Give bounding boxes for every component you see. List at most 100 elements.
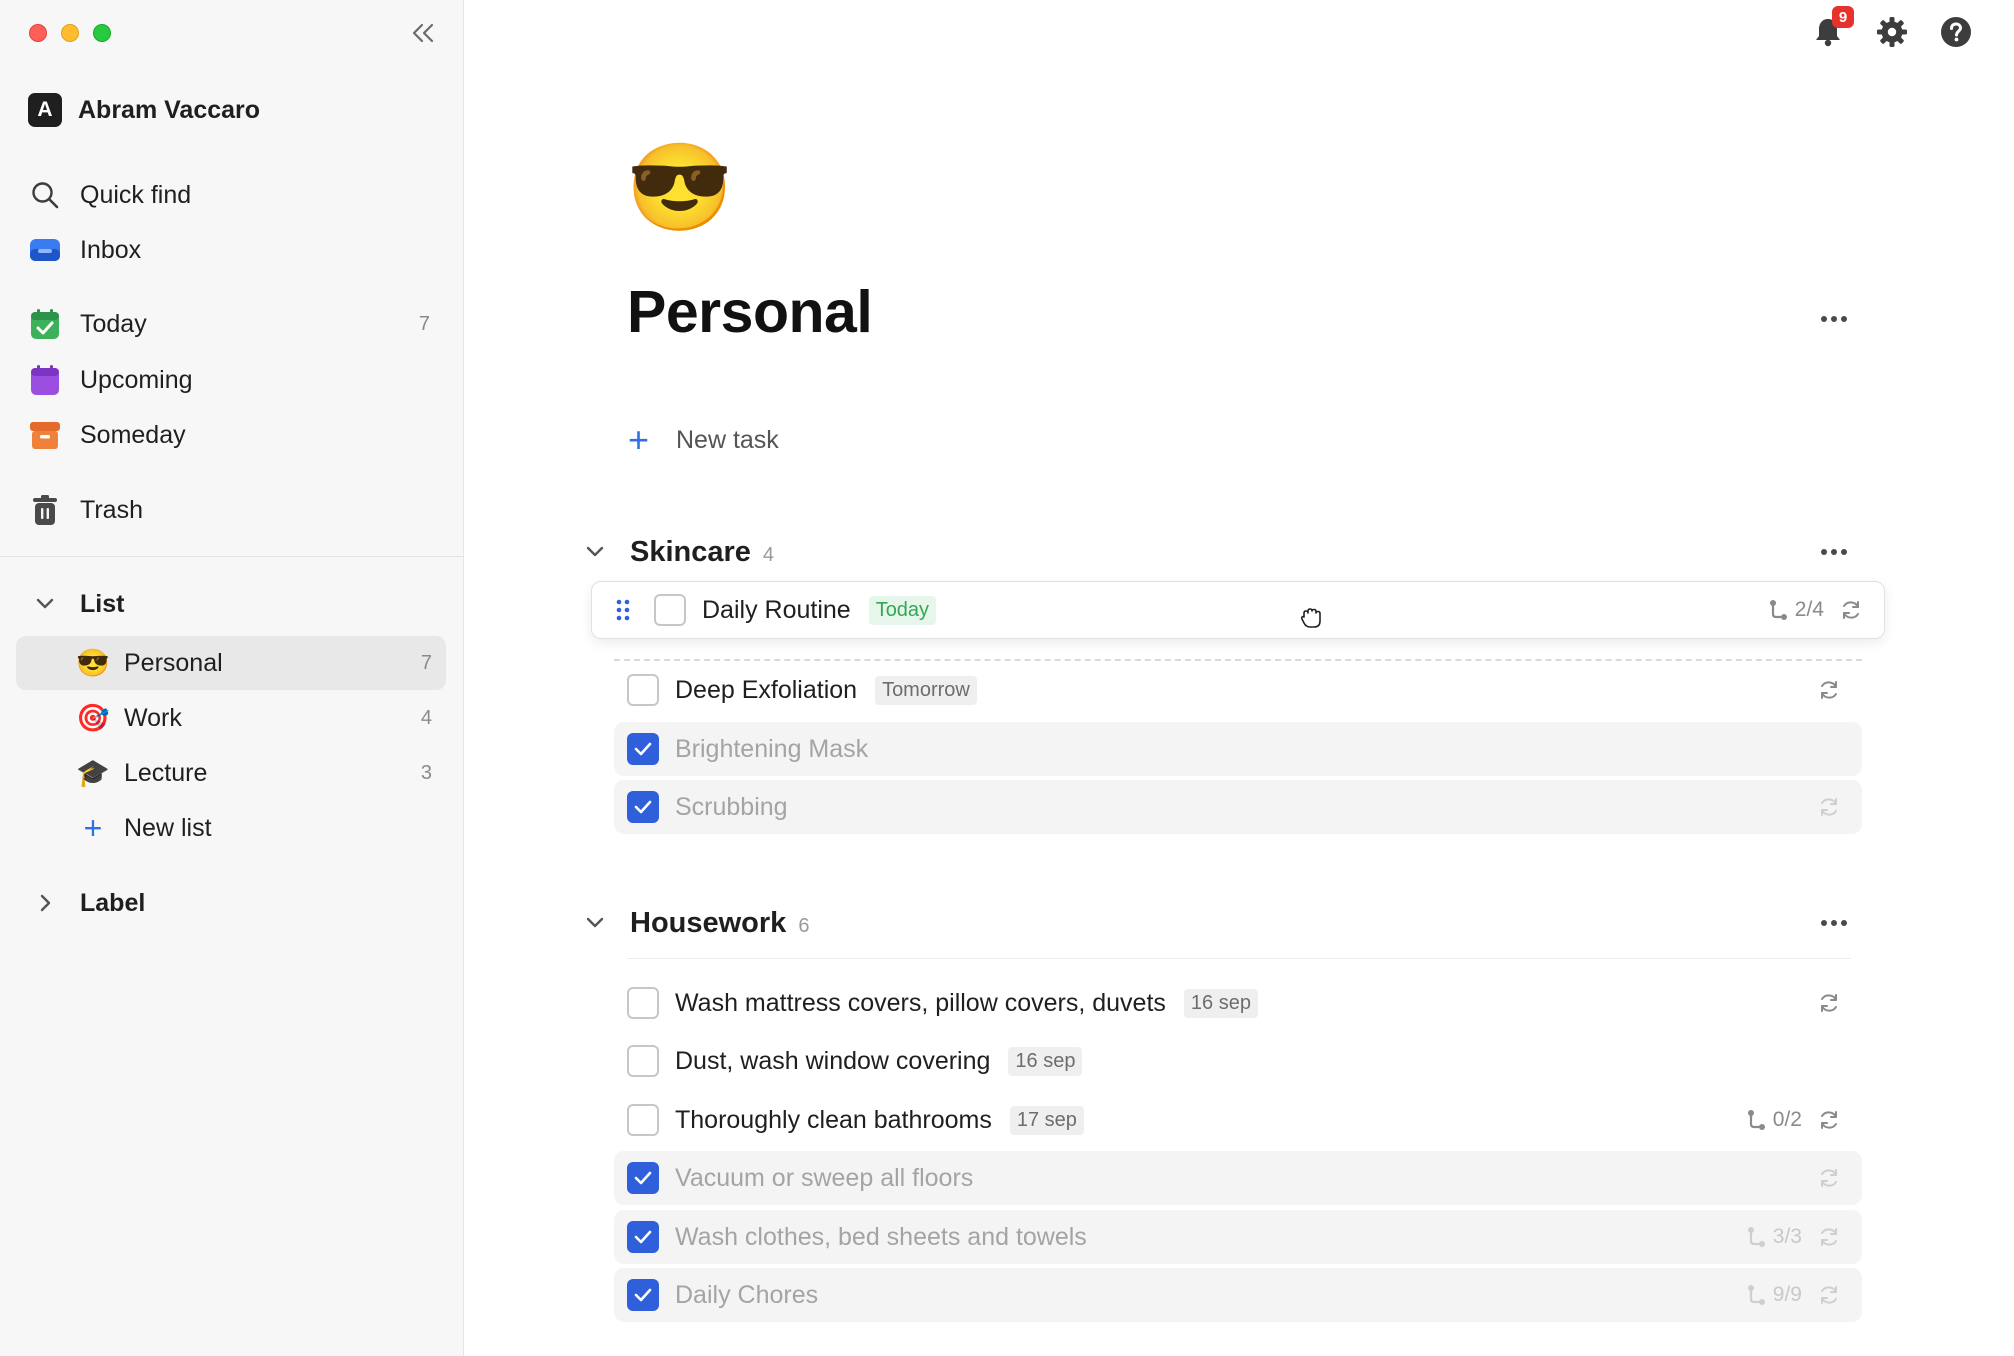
task-checkbox[interactable] — [627, 791, 659, 823]
chevron-down-icon — [584, 545, 606, 559]
list-count: 4 — [420, 706, 432, 729]
task-checkbox[interactable] — [627, 1045, 659, 1077]
task-name[interactable]: Daily Chores — [675, 1281, 818, 1310]
task-name[interactable]: Wash mattress covers, pillow covers, duv… — [675, 989, 1166, 1018]
task-row[interactable]: Daily Chores 9/9 — [614, 1268, 1862, 1322]
repeat-icon — [1821, 1228, 1837, 1246]
task-name[interactable]: Daily Routine — [702, 596, 851, 625]
nav-today[interactable]: Today 7 — [28, 300, 448, 348]
more-dot — [1821, 316, 1827, 322]
window-controls — [29, 24, 111, 42]
subtask-progress: 3/3 — [1747, 1225, 1802, 1249]
task-checkbox[interactable] — [627, 1162, 659, 1194]
new-list-button[interactable]: + New list — [16, 801, 446, 855]
collapse-sidebar-button[interactable] — [406, 18, 440, 48]
task-row-dragging[interactable]: Daily Routine Today 2/4 — [591, 581, 1885, 639]
task-row[interactable]: Wash clothes, bed sheets and towels 3/3 — [614, 1210, 1862, 1264]
sidebar-list-personal[interactable]: 😎 Personal 7 — [16, 636, 446, 690]
checkmark-icon — [634, 742, 652, 756]
group-more-button[interactable] — [1814, 537, 1854, 567]
subtask-count: 9/9 — [1772, 1283, 1802, 1306]
plus-icon: + — [628, 419, 650, 460]
drag-handle-icon[interactable] — [612, 599, 634, 621]
nav-someday[interactable]: Someday — [28, 411, 448, 459]
task-checkbox[interactable] — [627, 733, 659, 765]
more-dot — [1841, 316, 1847, 322]
group-more-button[interactable] — [1814, 908, 1854, 938]
grab-cursor-icon — [1300, 608, 1321, 628]
group-header-housework[interactable]: Housework 6 — [584, 901, 809, 945]
task-checkbox[interactable] — [627, 1221, 659, 1253]
task-checkbox[interactable] — [627, 1279, 659, 1311]
list-label: Work — [124, 703, 182, 732]
page-title[interactable]: Personal — [627, 278, 873, 346]
more-dot — [1831, 549, 1837, 555]
settings-button[interactable] — [1874, 14, 1910, 50]
label-section-toggle[interactable]: Label — [28, 881, 145, 925]
due-date-tag[interactable]: 16 sep — [1183, 988, 1258, 1018]
nav-label: Today — [80, 309, 147, 338]
task-meta — [1818, 992, 1840, 1014]
maximize-window-button[interactable] — [93, 24, 111, 42]
sidebar-list-work[interactable]: 🎯 Work 4 — [16, 691, 446, 745]
new-list-label: New list — [124, 813, 212, 842]
task-row[interactable]: Brightening Mask — [614, 722, 1862, 776]
page-emoji-icon[interactable]: 😎 — [626, 145, 733, 231]
task-checkbox[interactable] — [627, 1104, 659, 1136]
account-switcher[interactable]: A Abram Vaccaro — [28, 93, 260, 127]
task-row[interactable]: Dust, wash window covering 16 sep — [614, 1034, 1862, 1088]
subtask-icon — [1747, 1285, 1765, 1305]
task-name[interactable]: Deep Exfoliation — [675, 676, 857, 705]
task-name[interactable]: Scrubbing — [675, 793, 788, 822]
nav-count: 7 — [418, 312, 430, 335]
group-header-skincare[interactable]: Skincare 4 — [584, 530, 774, 574]
task-row[interactable]: Vacuum or sweep all floors — [614, 1151, 1862, 1205]
nav-inbox[interactable]: Inbox — [28, 226, 448, 274]
chevron-down-icon — [28, 597, 62, 611]
due-date-tag[interactable]: Today — [868, 595, 937, 625]
task-row[interactable]: Scrubbing — [614, 780, 1862, 834]
task-row[interactable]: Wash mattress covers, pillow covers, duv… — [614, 976, 1862, 1030]
task-checkbox[interactable] — [627, 674, 659, 706]
close-window-button[interactable] — [29, 24, 47, 42]
task-meta — [1818, 796, 1840, 818]
new-task-button[interactable]: + New task — [628, 420, 779, 460]
task-row[interactable]: Deep Exfoliation Tomorrow — [614, 663, 1862, 717]
repeat-icon — [1821, 994, 1837, 1012]
page-more-button[interactable] — [1814, 304, 1854, 334]
sidebar: A Abram Vaccaro Quick find Inbox Today 7… — [0, 0, 464, 1356]
checkmark-icon — [634, 800, 652, 814]
due-date-tag[interactable]: 16 sep — [1008, 1046, 1083, 1076]
subtask-count: 2/4 — [1794, 598, 1824, 621]
gear-icon — [1877, 17, 1907, 47]
nav-quick-find[interactable]: Quick find — [28, 171, 448, 219]
sunglasses-emoji-icon: 😎 — [76, 648, 110, 678]
more-dot — [1841, 549, 1847, 555]
notification-badge: 9 — [1832, 6, 1854, 28]
task-name[interactable]: Vacuum or sweep all floors — [675, 1164, 973, 1193]
task-checkbox[interactable] — [627, 987, 659, 1019]
checkmark-icon — [634, 1288, 652, 1302]
subtask-icon — [1747, 1110, 1765, 1130]
due-date-tag[interactable]: Tomorrow — [875, 675, 977, 705]
nav-trash[interactable]: Trash — [28, 486, 448, 534]
task-name[interactable]: Dust, wash window covering — [675, 1047, 990, 1076]
nav-label: Quick find — [80, 180, 192, 209]
task-name[interactable]: Wash clothes, bed sheets and towels — [675, 1223, 1087, 1252]
repeat-icon — [1843, 601, 1859, 619]
notifications-button[interactable]: 9 — [1810, 6, 1854, 50]
sidebar-list-lecture[interactable]: 🎓 Lecture 3 — [16, 746, 446, 800]
nav-upcoming[interactable]: Upcoming — [28, 356, 448, 404]
due-date-tag[interactable]: 17 sep — [1009, 1105, 1084, 1135]
help-button[interactable] — [1938, 14, 1974, 50]
task-row[interactable]: Thoroughly clean bathrooms 17 sep 0/2 — [614, 1093, 1862, 1147]
more-dot — [1821, 549, 1827, 555]
inbox-icon — [28, 233, 62, 267]
task-checkbox[interactable] — [654, 594, 686, 626]
task-name[interactable]: Brightening Mask — [675, 735, 868, 764]
task-name[interactable]: Thoroughly clean bathrooms — [675, 1106, 992, 1135]
list-section-toggle[interactable]: List — [28, 582, 124, 626]
top-toolbar: 9 — [1810, 6, 1974, 50]
task-meta: 0/2 — [1747, 1108, 1840, 1132]
minimize-window-button[interactable] — [61, 24, 79, 42]
